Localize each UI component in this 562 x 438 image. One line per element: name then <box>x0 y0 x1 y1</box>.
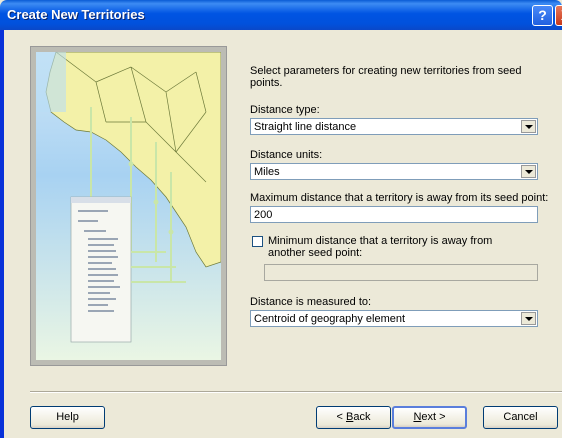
close-icon[interactable]: X <box>555 5 562 26</box>
window-title: Create New Territories <box>7 7 145 22</box>
next-label: ext > <box>421 411 446 423</box>
distance-type-value: Straight line distance <box>254 121 357 133</box>
help-icon[interactable]: ? <box>532 5 553 26</box>
back-button[interactable]: < Back <box>316 406 391 429</box>
distance-type-select[interactable]: Straight line distance <box>250 118 538 135</box>
divider <box>30 391 562 393</box>
chevron-down-icon[interactable] <box>521 120 536 133</box>
max-distance-label: Maximum distance that a territory is awa… <box>250 192 549 204</box>
next-button[interactable]: Next > <box>392 406 467 429</box>
min-distance-input[interactable] <box>264 264 538 281</box>
chevron-down-icon[interactable] <box>521 165 536 178</box>
cancel-button[interactable]: Cancel <box>483 406 558 429</box>
back-label: ack <box>353 411 371 423</box>
measured-to-select[interactable]: Centroid of geography element <box>250 310 538 327</box>
intro-text: Select parameters for creating new terri… <box>250 65 522 89</box>
chevron-down-icon[interactable] <box>521 312 536 325</box>
min-distance-label: Minimum distance that a territory is awa… <box>268 235 493 259</box>
map-illustration <box>36 52 221 360</box>
distance-units-select[interactable]: Miles <box>250 163 538 180</box>
distance-units-label: Distance units: <box>250 149 323 161</box>
window-frame <box>0 30 4 438</box>
measured-to-label: Distance is measured to: <box>250 296 372 308</box>
title-bar[interactable]: Create New Territories ? X <box>0 0 562 30</box>
help-button[interactable]: Help <box>30 406 105 429</box>
measured-to-value: Centroid of geography element <box>254 313 406 325</box>
max-distance-input[interactable]: 200 <box>250 206 538 223</box>
wizard-illustration <box>30 46 227 366</box>
min-distance-checkbox[interactable] <box>252 236 263 247</box>
map-graphic <box>36 52 221 343</box>
back-prefix: < <box>336 411 346 423</box>
distance-type-label: Distance type: <box>250 104 320 116</box>
max-distance-value: 200 <box>254 209 273 221</box>
distance-units-value: Miles <box>254 166 280 178</box>
